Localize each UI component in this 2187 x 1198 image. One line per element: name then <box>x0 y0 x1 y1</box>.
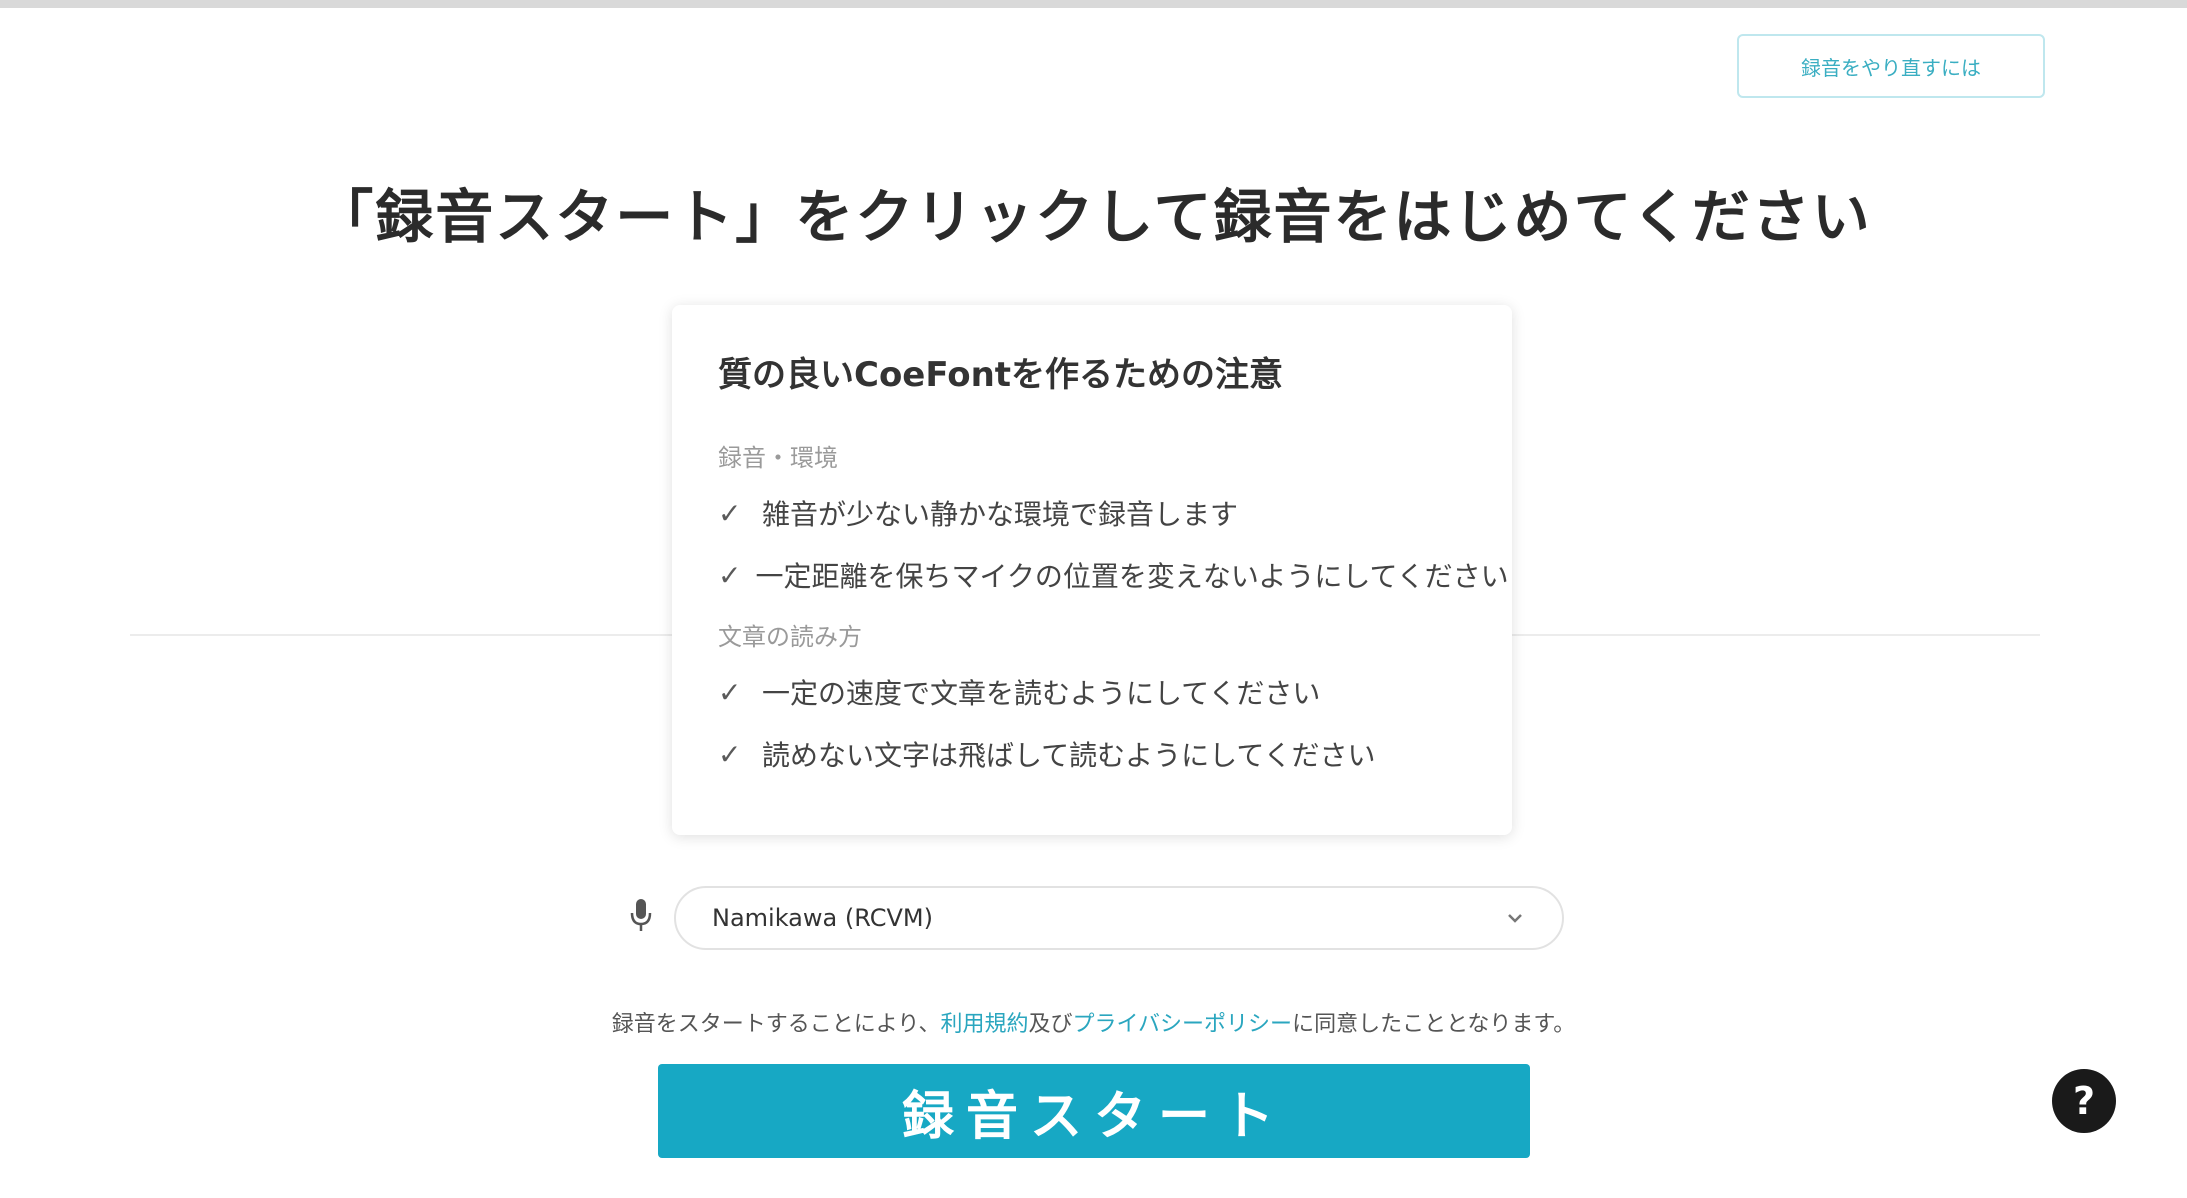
page-title: 「録音スタート」をクリックして録音をはじめてください <box>315 183 1872 251</box>
notice-item-text: 一定の速度で文章を読むようにしてください <box>762 677 1321 710</box>
terms-link[interactable]: 利用規約 <box>940 1012 1028 1037</box>
consent-text: 録音をスタートすることにより、利用規約及びプライバシーポリシーに同意したこととな… <box>0 1006 2187 1038</box>
check-icon: ✓ <box>718 737 742 771</box>
start-recording-button[interactable]: 録音スタート <box>658 1064 1530 1158</box>
notice-card: 質の良いCoeFontを作るための注意 録音・環境 ✓ 雑音が少ない静かな環境で… <box>672 305 1512 835</box>
notice-title: 質の良いCoeFontを作るための注意 <box>718 355 1284 395</box>
notice-item: ✓ 一定の速度で文章を読むようにしてください <box>718 672 1472 712</box>
input-device-select[interactable]: Namikawa (RCVM) <box>674 886 1564 950</box>
notice-section-heading: 録音・環境 <box>718 444 838 472</box>
notice-item: ✓ 一定距離を保ちマイクの位置を変えないようにしてください <box>718 555 1509 595</box>
top-border <box>0 0 2187 8</box>
consent-prefix: 録音をスタートすることにより、 <box>611 1012 941 1037</box>
help-icon[interactable]: ? <box>2052 1069 2116 1133</box>
notice-section-heading: 文章の読み方 <box>718 623 862 651</box>
consent-suffix: に同意したこととなります。 <box>1292 1012 1576 1037</box>
notice-item-text: 一定距離を保ちマイクの位置を変えないようにしてください <box>755 560 1509 593</box>
redo-recording-link[interactable]: 録音をやり直すには <box>1737 34 2045 98</box>
check-icon: ✓ <box>718 675 742 709</box>
chevron-down-icon <box>1504 907 1526 929</box>
notice-item-text: 読めない文字は飛ばして読むようにしてください <box>762 739 1376 772</box>
notice-item-text: 雑音が少ない静かな環境で録音します <box>762 498 1239 531</box>
consent-middle: 及び <box>1028 1012 1073 1037</box>
selected-device: Namikawa (RCVM) <box>712 904 933 932</box>
privacy-policy-link[interactable]: プライバシーポリシー <box>1073 1012 1293 1037</box>
microphone-icon <box>628 897 654 933</box>
check-icon: ✓ <box>718 558 742 592</box>
notice-item: ✓ 雑音が少ない静かな環境で録音します <box>718 493 1472 533</box>
notice-item: ✓ 読めない文字は飛ばして読むようにしてください <box>718 734 1472 774</box>
check-icon: ✓ <box>718 496 742 530</box>
